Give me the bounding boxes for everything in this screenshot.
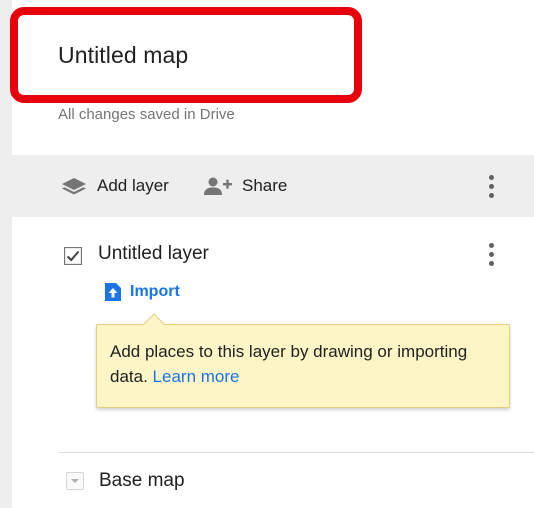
share-button[interactable]: Share <box>202 155 287 217</box>
map-legend-panel: Untitled map All changes saved in Drive … <box>10 0 534 508</box>
layer-item: Untitled layer Import Add places to this… <box>12 217 534 452</box>
add-layer-label: Add layer <box>97 176 169 195</box>
legend-toolbar: Add layer Share <box>12 155 534 217</box>
more-vert-icon[interactable] <box>483 171 499 201</box>
import-label: Import <box>130 283 180 300</box>
left-edge-strip <box>0 0 12 508</box>
layer-name[interactable]: Untitled layer <box>98 243 209 265</box>
map-title-area: Untitled map All changes saved in Drive <box>10 0 534 155</box>
map-title[interactable]: Untitled map <box>58 42 188 69</box>
import-link[interactable]: Import <box>104 281 180 303</box>
save-status: All changes saved in Drive <box>58 106 235 123</box>
base-map-row[interactable]: Base map <box>12 453 534 508</box>
upload-icon <box>104 282 122 302</box>
add-person-icon <box>202 176 234 196</box>
base-map-label: Base map <box>99 470 185 491</box>
layers-icon <box>60 176 88 196</box>
tooltip-arrow <box>143 313 165 325</box>
import-hint-tooltip: Add places to this layer by drawing or i… <box>96 324 510 408</box>
chevron-down-icon[interactable] <box>66 472 84 490</box>
checkbox-checked-icon[interactable] <box>63 246 83 266</box>
learn-more-link[interactable]: Learn more <box>153 367 240 386</box>
share-label: Share <box>242 176 288 195</box>
more-vert-icon[interactable] <box>483 239 499 269</box>
add-layer-button[interactable]: Add layer <box>60 155 169 217</box>
